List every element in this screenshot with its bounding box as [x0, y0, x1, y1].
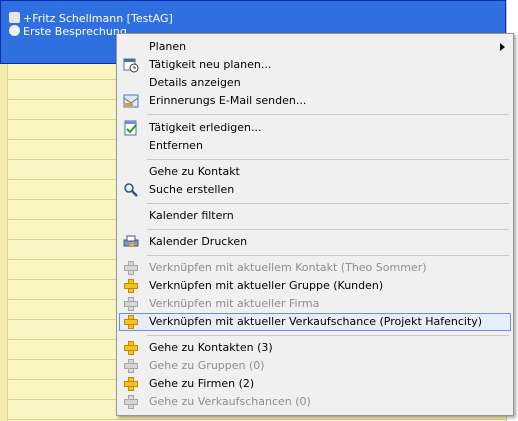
menu-item-details[interactable]: Details anzeigen [119, 74, 511, 92]
menu-item-goto-companies[interactable]: Gehe zu Firmen (2) [119, 375, 511, 393]
menu-item-goto-groups[interactable]: Gehe zu Gruppen (0) [119, 357, 511, 375]
menu-item-link-contact[interactable]: Verknüpfen mit aktuellem Kontakt (Theo S… [119, 259, 511, 277]
menu-item-reminder-mail[interactable]: Erinnerungs E-Mail senden... [119, 92, 511, 110]
menu-item-label: Tätigkeit erledigen... [149, 121, 262, 134]
plus-icon [123, 340, 139, 356]
menu-item-label: Entfernen [149, 139, 203, 152]
menu-item-label: Verknüpfen mit aktueller Verkaufschance … [149, 315, 483, 328]
appointment-contact-row: +Fritz Schellmann [TestAG] [9, 12, 173, 25]
menu-item-label: Verknüpfen mit aktueller Gruppe (Kunden) [149, 279, 384, 292]
menu-item-goto-contacts[interactable]: Gehe zu Kontakten (3) [119, 339, 511, 357]
calendar-clock-icon [123, 58, 139, 73]
menu-item-label: Tätigkeit neu planen... [149, 58, 272, 71]
plus-icon [123, 358, 139, 374]
print-icon [123, 235, 139, 249]
context-menu: Planen Tätigkeit neu planen... Details a… [116, 33, 514, 416]
menu-item-remove[interactable]: Entfernen [119, 137, 511, 155]
menu-item-print-calendar[interactable]: Kalender Drucken [119, 233, 511, 251]
menu-item-label: Gehe zu Verkaufschancen (0) [149, 395, 311, 408]
menu-item-goto-opportunities[interactable]: Gehe zu Verkaufschancen (0) [119, 393, 511, 411]
magnifier-icon [124, 183, 138, 197]
appointment-contact: +Fritz Schellmann [TestAG] [23, 12, 173, 25]
plus-icon [123, 260, 139, 276]
contact-icon [9, 12, 20, 23]
menu-separator [147, 229, 509, 230]
menu-item-complete-task[interactable]: Tätigkeit erledigen... [119, 119, 511, 137]
menu-item-label: Kalender filtern [149, 209, 234, 222]
menu-separator [147, 203, 509, 204]
menu-item-label: Suche erstellen [149, 183, 235, 196]
menu-item-label: Gehe zu Kontakt [149, 165, 240, 178]
appointment-subject-row: Erste Besprechung [9, 25, 127, 38]
submenu-arrow-icon [500, 43, 505, 51]
menu-item-label: Verknüpfen mit aktuellem Kontakt (Theo S… [149, 261, 427, 274]
menu-item-planen[interactable]: Planen [119, 38, 511, 56]
checklist-icon [124, 120, 137, 136]
menu-item-link-company[interactable]: Verknüpfen mit aktueller Firma [119, 295, 511, 313]
plus-icon [123, 376, 139, 392]
alarm-clock-icon [9, 25, 20, 36]
menu-item-label: Details anzeigen [149, 76, 241, 89]
menu-item-label: Kalender Drucken [149, 235, 248, 248]
menu-item-label: Gehe zu Firmen (2) [149, 377, 255, 390]
mail-icon [123, 94, 139, 108]
menu-item-link-group[interactable]: Verknüpfen mit aktueller Gruppe (Kunden) [119, 277, 511, 295]
plus-icon [123, 394, 139, 410]
menu-item-link-opportunity[interactable]: Verknüpfen mit aktueller Verkaufschance … [119, 313, 511, 331]
plus-icon [123, 314, 139, 330]
menu-separator [147, 159, 509, 160]
menu-item-reschedule[interactable]: Tätigkeit neu planen... [119, 56, 511, 74]
menu-item-label: Verknüpfen mit aktueller Firma [149, 297, 320, 310]
plus-icon [123, 296, 139, 312]
menu-separator [147, 114, 509, 115]
menu-item-create-search[interactable]: Suche erstellen [119, 181, 511, 199]
plus-icon [123, 278, 139, 294]
menu-separator [147, 255, 509, 256]
menu-separator [147, 335, 509, 336]
appointment-subject: Erste Besprechung [23, 25, 127, 38]
menu-item-label: Gehe zu Kontakten (3) [149, 341, 273, 354]
menu-item-filter-calendar[interactable]: Kalender filtern [119, 207, 511, 225]
menu-item-goto-contact[interactable]: Gehe zu Kontakt [119, 163, 511, 181]
menu-item-label: Gehe zu Gruppen (0) [149, 359, 265, 372]
menu-item-label: Planen [149, 40, 187, 53]
menu-item-label: Erinnerungs E-Mail senden... [149, 94, 307, 107]
